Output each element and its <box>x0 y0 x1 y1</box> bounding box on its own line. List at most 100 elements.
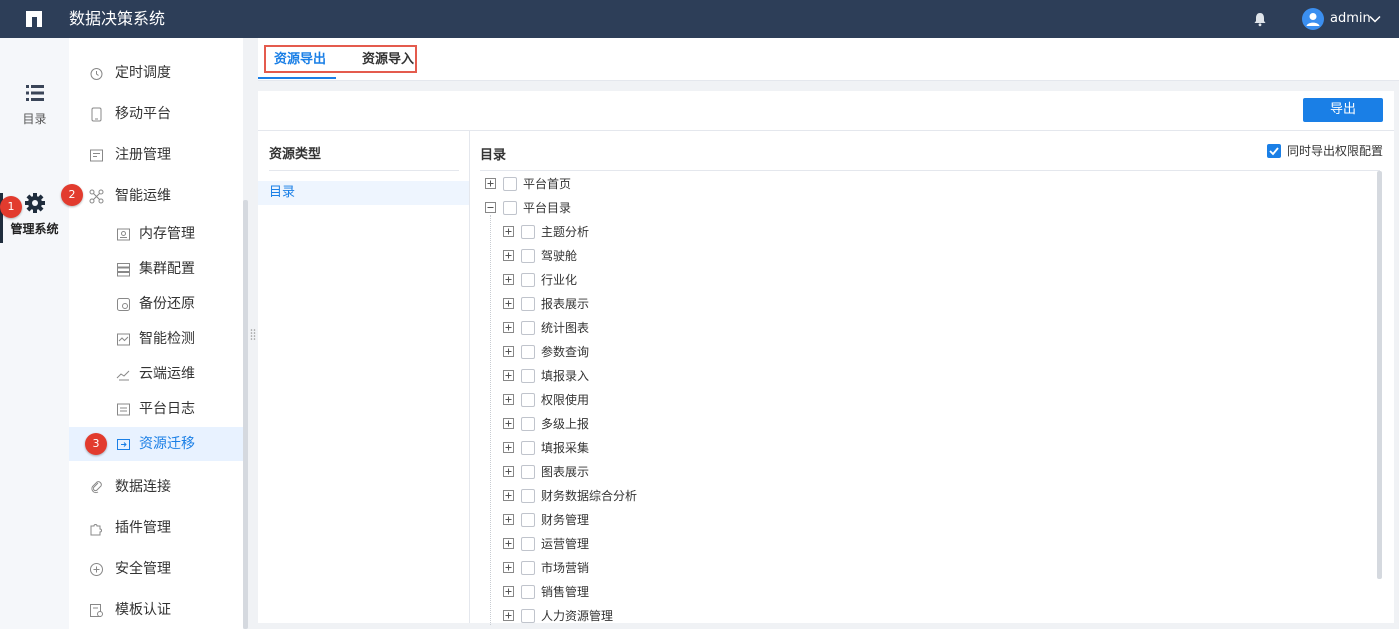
export-permissions-label[interactable]: 同时导出权限配置 <box>1287 142 1383 160</box>
menu-item-cluster[interactable]: 集群配置 <box>69 252 243 286</box>
expand-plus-icon[interactable] <box>503 322 514 333</box>
expand-plus-icon[interactable] <box>503 610 514 621</box>
tab-resource-export[interactable]: 资源导出 <box>274 51 326 69</box>
export-button[interactable]: 导出 <box>1303 98 1383 122</box>
tree-guide-line <box>490 215 491 625</box>
ops-icon <box>89 189 104 204</box>
icon-rail: 目录 管理系统 <box>0 38 69 629</box>
menu-item-platform-log[interactable]: 平台日志 <box>69 392 243 426</box>
tree-checkbox[interactable] <box>521 609 535 623</box>
resource-type-header: 资源类型 <box>269 147 322 162</box>
tree-node-label[interactable]: 主题分析 <box>541 223 589 241</box>
divider <box>269 170 459 171</box>
register-icon <box>90 149 103 162</box>
tree-checkbox[interactable] <box>521 417 535 431</box>
expand-plus-icon[interactable] <box>503 514 514 525</box>
tree-node-label[interactable]: 参数查询 <box>541 343 589 361</box>
monitor-icon <box>117 333 130 346</box>
menu-item-data-connection[interactable]: 数据连接 <box>69 470 243 504</box>
tree-checkbox[interactable] <box>521 249 535 263</box>
tree-checkbox[interactable] <box>521 321 535 335</box>
expand-plus-icon[interactable] <box>503 298 514 309</box>
menu-item-schedule[interactable]: 定时调度 <box>69 56 243 90</box>
tree-checkbox[interactable] <box>521 345 535 359</box>
tree-checkbox[interactable] <box>521 273 535 287</box>
expand-plus-icon[interactable] <box>503 418 514 429</box>
tree-checkbox[interactable] <box>521 585 535 599</box>
menu-item-detect[interactable]: 智能检测 <box>69 322 243 356</box>
plugin-icon <box>90 524 102 536</box>
tree-checkbox[interactable] <box>521 297 535 311</box>
tree-node-label[interactable]: 填报录入 <box>541 367 589 385</box>
expand-plus-icon[interactable] <box>503 466 514 477</box>
menu-item-cloud-ops[interactable]: 云端运维 <box>69 357 243 391</box>
tree-node-label[interactable]: 多级上报 <box>541 415 589 433</box>
menu-item-backup[interactable]: 备份还原 <box>69 287 243 321</box>
avatar[interactable] <box>1302 8 1324 30</box>
expand-plus-icon[interactable] <box>503 442 514 453</box>
collapse-minus-icon[interactable] <box>485 202 496 213</box>
user-name[interactable]: admin <box>1330 10 1371 28</box>
expand-plus-icon[interactable] <box>503 370 514 381</box>
tree-node-label[interactable]: 人力资源管理 <box>541 607 613 625</box>
tree-checkbox[interactable] <box>521 393 535 407</box>
tree-node-label[interactable]: 统计图表 <box>541 319 589 337</box>
menu-item-memory[interactable]: 内存管理 <box>69 217 243 251</box>
tree-checkbox[interactable] <box>521 369 535 383</box>
expand-plus-icon[interactable] <box>503 562 514 573</box>
tree-node-label[interactable]: 填报采集 <box>541 439 589 457</box>
tabs-bar <box>258 38 1399 81</box>
chevron-down-icon[interactable] <box>1368 12 1382 26</box>
tree-node-label[interactable]: 图表展示 <box>541 463 589 481</box>
menu-item-security[interactable]: 安全管理 <box>69 552 243 586</box>
menu-scrollbar[interactable] <box>243 200 248 629</box>
bell-icon[interactable] <box>1252 11 1268 27</box>
menu-item-plugin[interactable]: 插件管理 <box>69 511 243 545</box>
tree-node-label[interactable]: 行业化 <box>541 271 577 289</box>
tree-checkbox[interactable] <box>521 561 535 575</box>
menu-item-mobile[interactable]: 移动平台 <box>69 97 243 131</box>
active-tab-indicator <box>258 77 336 79</box>
tree-checkbox[interactable] <box>521 489 535 503</box>
menu-item-smart-ops[interactable]: 智能运维 <box>69 179 243 213</box>
expand-plus-icon[interactable] <box>503 346 514 357</box>
expand-plus-icon[interactable] <box>503 250 514 261</box>
expand-plus-icon[interactable] <box>503 538 514 549</box>
rail-item-catalog[interactable]: 目录 <box>0 82 69 127</box>
rail-label: 管理系统 <box>10 222 59 236</box>
tree-scrollbar[interactable] <box>1377 171 1382 579</box>
tree-node-label[interactable]: 财务管理 <box>541 511 589 529</box>
tree-checkbox[interactable] <box>503 201 517 215</box>
app-title: 数据决策系统 <box>69 9 166 28</box>
memory-icon <box>117 228 130 241</box>
tree-checkbox[interactable] <box>521 225 535 239</box>
expand-plus-icon[interactable] <box>503 490 514 501</box>
tree-node-label[interactable]: 驾驶舱 <box>541 247 577 265</box>
tree-node-label[interactable]: 财务数据综合分析 <box>541 487 637 505</box>
menu-item-register[interactable]: 注册管理 <box>69 138 243 172</box>
tree-node-label[interactable]: 销售管理 <box>541 583 589 601</box>
expand-plus-icon[interactable] <box>503 226 514 237</box>
tree-checkbox[interactable] <box>521 465 535 479</box>
tab-resource-import[interactable]: 资源导入 <box>362 51 414 69</box>
expand-plus-icon[interactable] <box>503 394 514 405</box>
tree-node-label[interactable]: 市场营销 <box>541 559 589 577</box>
resource-type-item-catalog[interactable]: 目录 <box>258 181 469 205</box>
log-icon <box>117 403 130 416</box>
tree-node-label[interactable]: 报表展示 <box>541 295 589 313</box>
tree-checkbox[interactable] <box>521 441 535 455</box>
tree-node-label[interactable]: 运营管理 <box>541 535 589 553</box>
tree-checkbox[interactable] <box>521 513 535 527</box>
menu-item-template-auth[interactable]: 模板认证 <box>69 593 243 627</box>
drag-handle-icon[interactable] <box>250 328 256 342</box>
timer-icon <box>90 68 103 80</box>
tree-node-label[interactable]: 权限使用 <box>541 391 589 409</box>
tree-checkbox[interactable] <box>503 177 517 191</box>
expand-plus-icon[interactable] <box>503 586 514 597</box>
expand-plus-icon[interactable] <box>503 274 514 285</box>
tree-checkbox[interactable] <box>521 537 535 551</box>
expand-plus-icon[interactable] <box>485 178 496 189</box>
list-icon <box>25 85 44 101</box>
migrate-icon <box>117 439 130 450</box>
export-permissions-checkbox[interactable] <box>1267 144 1281 158</box>
